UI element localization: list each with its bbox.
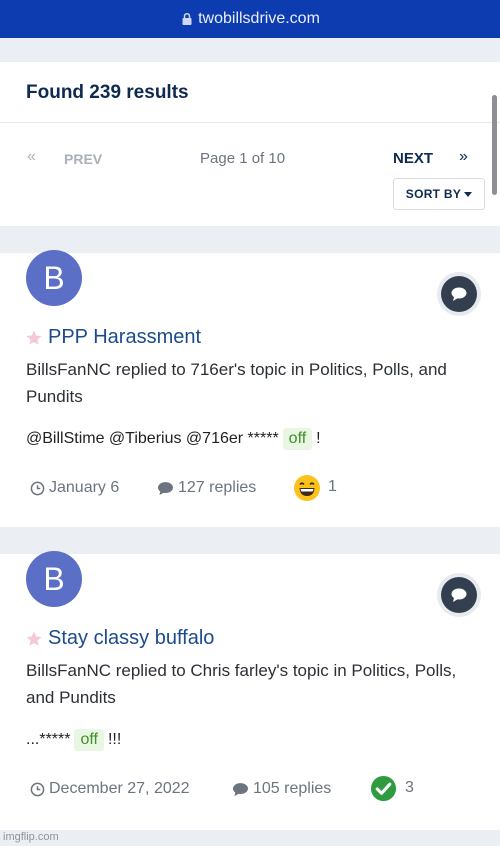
post-date[interactable]: January 6: [30, 479, 119, 497]
search-result-card: B Stay classy buffalo BillsFanNC replied…: [0, 551, 500, 830]
post-title-link[interactable]: PPP Harassment: [48, 326, 201, 349]
snippet-text: ...*****: [26, 731, 71, 748]
sort-by-label: SORT BY: [405, 187, 462, 201]
avatar[interactable]: B: [26, 551, 82, 607]
snippet-text-end: !: [316, 430, 321, 447]
reaction-count: 3: [405, 779, 414, 796]
speech-bubble-icon: [451, 287, 467, 301]
post-meta: BillsFanNC replied to 716er's topic in P…: [26, 360, 447, 406]
post-date[interactable]: December 27, 2022: [30, 780, 190, 798]
reply-count: 105 replies: [232, 780, 331, 798]
reply-count: 127 replies: [157, 479, 256, 497]
url-text: twobillsdrive.com: [198, 10, 320, 27]
speech-bubble-icon: [451, 588, 467, 602]
divider: [0, 122, 500, 123]
results-header-panel: Found 239 results « PREV Page 1 of 10 NE…: [0, 62, 500, 226]
date-text: December 27, 2022: [49, 780, 190, 797]
comment-icon: [158, 481, 173, 495]
browser-url-bar[interactable]: twobillsdrive.com: [0, 0, 500, 38]
post-title-link[interactable]: Stay classy buffalo: [48, 627, 214, 650]
last-page-icon[interactable]: »: [459, 148, 468, 166]
page-indicator: Page 1 of 10: [200, 150, 286, 167]
search-highlight: off: [282, 428, 313, 450]
star-icon: [26, 631, 42, 646]
replies-text: 105 replies: [253, 780, 332, 797]
reply-button[interactable]: [437, 272, 481, 316]
watermark: imgflip.com: [3, 831, 59, 843]
comment-icon: [233, 782, 248, 796]
avatar[interactable]: B: [26, 250, 82, 306]
prev-page-button[interactable]: PREV: [64, 151, 102, 167]
snippet-text-end: !!!: [107, 731, 122, 748]
clock-icon: [30, 782, 45, 796]
reaction-count: 1: [328, 478, 337, 495]
snippet-text: @BillStime @Tiberius @716er *****: [26, 430, 279, 447]
search-result-card: B PPP Harassment BillsFanNC replied to 7…: [0, 250, 500, 527]
post-snippet: ...***** off !!!: [26, 729, 121, 751]
scrollbar-thumb[interactable]: [492, 95, 497, 195]
caret-down-icon: [464, 191, 473, 197]
star-icon: [26, 330, 42, 345]
results-count-title: Found 239 results: [26, 82, 189, 103]
green-check-icon[interactable]: [370, 775, 397, 802]
laughing-emoji-icon[interactable]: [293, 474, 321, 502]
search-highlight: off: [74, 729, 104, 751]
reply-button[interactable]: [437, 573, 481, 617]
replies-text: 127 replies: [178, 479, 257, 496]
post-snippet: @BillStime @Tiberius @716er ***** off !: [26, 428, 321, 450]
date-text: January 6: [49, 479, 120, 496]
clock-icon: [30, 481, 45, 495]
next-page-button[interactable]: NEXT: [393, 150, 433, 167]
lock-icon: [182, 12, 192, 25]
sort-by-button[interactable]: SORT BY: [393, 178, 485, 210]
first-page-icon[interactable]: «: [27, 148, 36, 166]
post-meta: BillsFanNC replied to Chris farley's top…: [26, 661, 457, 707]
